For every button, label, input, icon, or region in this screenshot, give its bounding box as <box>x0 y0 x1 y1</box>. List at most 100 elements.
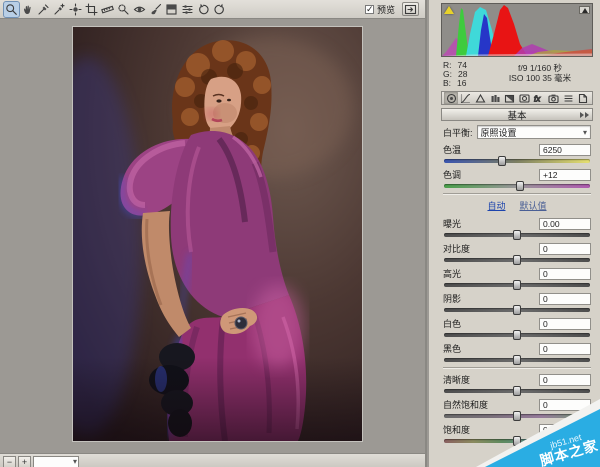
tab-basic[interactable] <box>444 92 458 104</box>
zoom-bar: − + <box>0 453 425 467</box>
highlights-label: 高光 <box>443 267 461 280</box>
preview-toggle[interactable]: ✓ 预览 <box>365 3 395 16</box>
rotate-left-icon[interactable] <box>196 2 211 17</box>
slider-row-exposure: 曝光 0.00 <box>443 217 591 237</box>
zoom-in-button[interactable]: + <box>18 456 31 467</box>
section-header-basic: 基本 <box>441 108 593 121</box>
divider <box>443 367 591 369</box>
camera-raw-window: ✓ 预览 <box>0 0 600 467</box>
slider-row-tint: 色调 +12 <box>443 168 591 188</box>
zoom-tool-icon[interactable] <box>4 2 19 17</box>
zoom-level-select[interactable] <box>33 456 79 467</box>
hand-tool-icon[interactable] <box>20 2 35 17</box>
slider-thumb[interactable] <box>513 386 521 396</box>
panel-tabs: fx <box>441 91 593 105</box>
exposure-slider[interactable] <box>444 233 590 237</box>
clarity-slider[interactable] <box>444 389 590 393</box>
white-balance-select[interactable]: 原照设置 ▾ <box>477 125 591 139</box>
exposure-value-input[interactable]: 0.00 <box>539 218 591 230</box>
tab-snapshots[interactable] <box>576 92 590 104</box>
rotate-right-icon[interactable] <box>212 2 227 17</box>
toolbar: ✓ 预览 <box>0 0 425 19</box>
temperature-value-input[interactable]: 6250 <box>539 144 591 156</box>
slider-row-temperature: 色温 6250 <box>443 143 591 163</box>
clarity-value-input[interactable]: 0 <box>539 374 591 386</box>
preview-checkbox[interactable]: ✓ <box>365 5 374 14</box>
blacks-value-input[interactable]: 0 <box>539 343 591 355</box>
slider-row-vibrance: 自然饱和度 0 <box>443 398 591 418</box>
contrast-slider[interactable] <box>444 258 590 262</box>
whites-slider[interactable] <box>444 333 590 337</box>
blacks-slider[interactable] <box>444 358 590 362</box>
exif-readout: f/9 1/160 秒 ISO 100 35 毫米 <box>489 61 591 88</box>
highlight-clipping-icon[interactable] <box>579 6 590 14</box>
histogram <box>441 3 593 57</box>
slider-row-whites: 白色 0 <box>443 317 591 337</box>
whites-value-input[interactable]: 0 <box>539 318 591 330</box>
slider-thumb[interactable] <box>513 280 521 290</box>
exposure-info: f/9 1/160 秒 <box>489 63 591 73</box>
shadows-slider[interactable] <box>444 308 590 312</box>
white-balance-tool-icon[interactable] <box>36 2 51 17</box>
saturation-label: 饱和度 <box>443 423 470 436</box>
shadows-label: 阴影 <box>443 292 461 305</box>
slider-thumb[interactable] <box>513 355 521 365</box>
slider-row-clarity: 清晰度 0 <box>443 373 591 393</box>
highlights-slider[interactable] <box>444 283 590 287</box>
tint-label: 色调 <box>443 168 461 181</box>
whites-label: 白色 <box>443 317 461 330</box>
crop-tool-icon[interactable] <box>84 2 99 17</box>
preview-pane: ✓ 预览 <box>0 0 427 467</box>
shadows-value-input[interactable]: 0 <box>539 293 591 305</box>
tab-hsl-grayscale[interactable] <box>488 92 502 104</box>
chevron-down-icon: ▾ <box>583 128 587 137</box>
preferences-icon[interactable] <box>180 2 195 17</box>
color-sampler-tool-icon[interactable] <box>52 2 67 17</box>
slider-thumb[interactable] <box>513 330 521 340</box>
rgb-readout: R:74 G:28 B:16 <box>443 61 489 88</box>
tab-lens-corrections[interactable] <box>517 92 531 104</box>
shadow-clipping-warning-icon[interactable] <box>444 6 454 14</box>
portrait-photo <box>73 27 362 441</box>
slider-row-blacks: 黑色 0 <box>443 342 591 362</box>
white-balance-value: 原照设置 <box>481 126 517 139</box>
tint-slider[interactable] <box>444 184 590 188</box>
tab-split-toning[interactable] <box>503 92 517 104</box>
tab-presets[interactable] <box>561 92 575 104</box>
slider-thumb[interactable] <box>513 255 521 265</box>
auto-link[interactable]: 自动 <box>487 199 505 212</box>
zoom-out-button[interactable]: − <box>3 456 16 467</box>
tab-detail[interactable] <box>473 92 487 104</box>
contrast-value-input[interactable]: 0 <box>539 243 591 255</box>
slider-thumb[interactable] <box>513 305 521 315</box>
adjustments-panel: R:74 G:28 B:16 f/9 1/160 秒 ISO 100 35 毫米… <box>429 0 600 467</box>
red-eye-tool-icon[interactable] <box>132 2 147 17</box>
fullscreen-toggle-icon[interactable] <box>402 2 419 16</box>
tint-value-input[interactable]: +12 <box>539 169 591 181</box>
temperature-slider[interactable] <box>444 159 590 163</box>
slider-thumb[interactable] <box>516 181 524 191</box>
graduated-filter-tool-icon[interactable] <box>164 2 179 17</box>
adjustment-brush-tool-icon[interactable] <box>148 2 163 17</box>
tab-effects[interactable]: fx <box>532 92 546 104</box>
straighten-tool-icon[interactable] <box>100 2 115 17</box>
image-canvas[interactable] <box>0 19 425 453</box>
clarity-label: 清晰度 <box>443 373 470 386</box>
default-link[interactable]: 默认值 <box>520 199 547 212</box>
blacks-label: 黑色 <box>443 342 461 355</box>
highlights-value-input[interactable]: 0 <box>539 268 591 280</box>
slider-thumb[interactable] <box>513 411 521 421</box>
slider-thumb[interactable] <box>498 156 506 166</box>
spot-removal-tool-icon[interactable] <box>116 2 131 17</box>
tab-camera-calibration[interactable] <box>546 92 560 104</box>
slider-thumb[interactable] <box>513 230 521 240</box>
white-balance-label: 白平衡: <box>443 126 473 139</box>
panel-collapse-icon[interactable] <box>580 112 589 118</box>
preview-label: 预览 <box>377 3 395 16</box>
histogram-plot <box>442 4 592 56</box>
targeted-adjustment-tool-icon[interactable] <box>68 2 83 17</box>
preview-image[interactable] <box>73 27 362 441</box>
slider-row-shadows: 阴影 0 <box>443 292 591 312</box>
tab-tone-curve[interactable] <box>459 92 473 104</box>
contrast-label: 对比度 <box>443 242 470 255</box>
